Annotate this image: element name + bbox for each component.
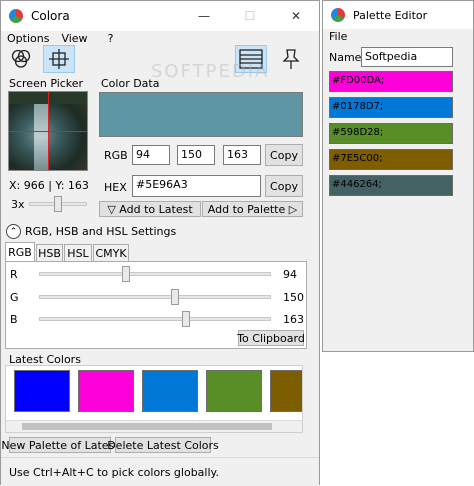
slider-b-thumb[interactable] (182, 311, 191, 327)
tab-hsb[interactable]: HSB (36, 244, 63, 262)
latest-swatch[interactable] (14, 370, 70, 412)
window-title: Colora (31, 9, 70, 23)
slider-r-thumb[interactable] (121, 266, 130, 282)
to-clipboard-button[interactable]: To Clipboard (237, 330, 305, 346)
tab-rgb[interactable]: RGB (5, 242, 35, 262)
rgb-label: RGB (104, 149, 128, 162)
hex-value-field[interactable]: #5E96A3 (132, 175, 261, 197)
add-to-palette-button[interactable]: Add to Palette ▷ (202, 201, 303, 217)
slider-g-value: 150 (283, 291, 304, 304)
slider-b-value: 163 (283, 313, 304, 326)
screen-picker-toggle[interactable] (43, 45, 75, 73)
screen-picker-title: Screen Picker (9, 77, 84, 90)
status-bar: Use Ctrl+Alt+C to pick colors globally. (1, 457, 319, 486)
slider-g-track[interactable] (39, 295, 271, 299)
slider-r-label: R (10, 268, 18, 281)
pin-button[interactable] (275, 45, 307, 73)
slider-r-value: 94 (283, 268, 297, 281)
blue-value-field[interactable]: 163 (223, 145, 261, 165)
palette-menu-bar: File (323, 29, 473, 45)
palette-name-field[interactable]: Softpedia (361, 47, 453, 67)
copy-hex-button[interactable]: Copy (265, 175, 303, 197)
collapse-settings-button[interactable]: ⌃ (6, 224, 21, 239)
slider-r-track[interactable] (39, 272, 271, 276)
colora-app-icon (9, 9, 23, 23)
tab-hsl[interactable]: HSL (64, 244, 92, 262)
title-bar: Colora — ☐ ✕ (1, 1, 319, 31)
palette-window-title: Palette Editor (353, 8, 428, 22)
slider-b-label: B (10, 313, 18, 326)
slider-g-label: G (10, 291, 19, 304)
add-to-latest-button[interactable]: ▽ Add to Latest (99, 201, 201, 217)
latest-swatch[interactable] (270, 370, 302, 412)
close-button[interactable]: ✕ (273, 1, 319, 31)
latest-swatch[interactable] (78, 370, 134, 412)
menu-file[interactable]: File (323, 29, 353, 45)
slider-g-thumb[interactable] (170, 289, 179, 305)
tab-cmyk[interactable]: CMYK (93, 244, 129, 262)
palette-item[interactable]: #446264; (329, 175, 453, 196)
slider-b-track[interactable] (39, 317, 271, 321)
palette-name-label: Name: (329, 51, 366, 64)
new-palette-of-latest-button[interactable]: New Palette of Latest (1, 437, 119, 453)
palette-item[interactable]: #598D28; (329, 123, 453, 144)
screen-picker-preview[interactable] (8, 91, 88, 171)
settings-title: RGB, HSB and HSL Settings (25, 225, 177, 238)
palette-item[interactable]: #FD00DA; (329, 71, 453, 92)
pin-icon (282, 49, 300, 69)
menu-help[interactable]: ? (102, 31, 120, 47)
zoom-label: 3x (11, 198, 25, 211)
latest-colors-scrollbar[interactable] (6, 420, 302, 432)
color-preview (99, 92, 303, 137)
palette-item[interactable]: #7E5C00; (329, 149, 453, 170)
color-mixer-icon (11, 49, 31, 68)
palette-title-bar: Palette Editor (323, 1, 473, 29)
status-text: Use Ctrl+Alt+C to pick colors globally. (9, 466, 219, 479)
color-mixer-button[interactable] (5, 45, 37, 73)
crosshair-icon (49, 49, 69, 69)
maximize-button[interactable]: ☐ (227, 1, 273, 31)
palette-editor-window: Palette Editor File Name: Softpedia #FD0… (322, 0, 474, 352)
palette-item[interactable]: #0178D7; (329, 97, 453, 118)
chevron-up-icon: ⌃ (9, 226, 18, 237)
latest-swatch[interactable] (142, 370, 198, 412)
picker-coordinates: X: 966 | Y: 163 (9, 179, 89, 192)
red-value-field[interactable]: 94 (132, 145, 170, 165)
scrollbar-thumb[interactable] (22, 423, 272, 430)
hex-label: HEX (104, 181, 127, 194)
zoom-slider-thumb[interactable] (54, 196, 62, 212)
minimize-button[interactable]: — (181, 1, 227, 31)
watermark: SOFTPEDIA (151, 61, 270, 82)
colora-window: Colora — ☐ ✕ Options View ? Screen Picke… (0, 0, 320, 486)
delete-latest-colors-button[interactable]: Delete Latest Colors (107, 437, 219, 453)
palette-app-icon (331, 8, 345, 22)
copy-rgb-button[interactable]: Copy (265, 144, 303, 166)
green-value-field[interactable]: 150 (177, 145, 215, 165)
latest-swatch[interactable] (206, 370, 262, 412)
latest-colors-strip (5, 365, 303, 433)
